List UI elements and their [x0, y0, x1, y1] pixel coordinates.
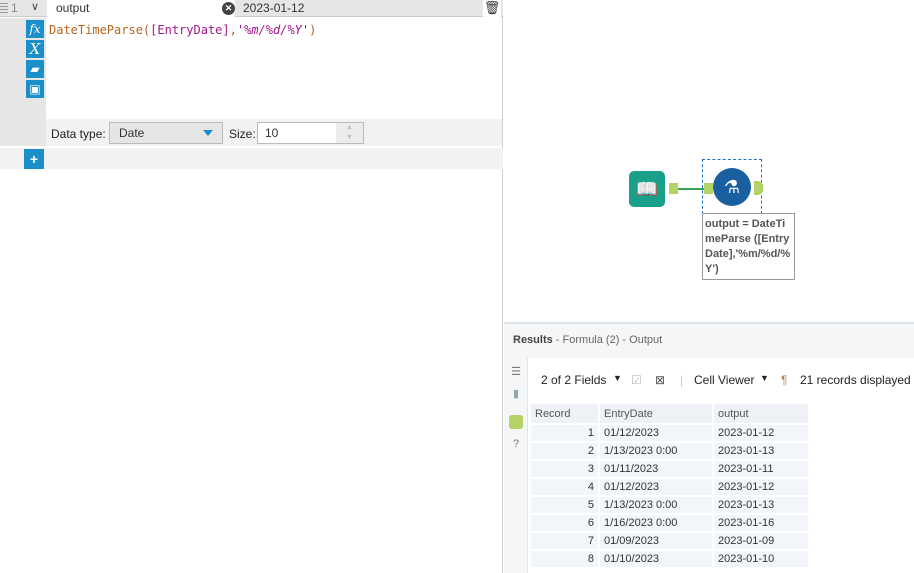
expr-string: '%m/%d/%Y' [237, 23, 309, 37]
results-header: Results - Formula (2) - Output [504, 324, 914, 358]
row-number: 1 [11, 1, 18, 15]
cell-viewer-dropdown[interactable]: Cell Viewer [694, 373, 754, 387]
table-cell[interactable]: 01/12/2023 [599, 424, 713, 442]
metadata-icon[interactable]: ▮ [509, 387, 523, 401]
formula-tool-icon[interactable]: ⚗ [713, 168, 751, 206]
fields-dropdown[interactable]: 2 of 2 Fields [541, 373, 606, 387]
deselect-icon[interactable]: ⊠ [655, 373, 665, 387]
column-header[interactable]: Record [530, 403, 599, 424]
gutter [0, 18, 24, 146]
connection-line [678, 188, 704, 190]
table-cell[interactable]: 01/12/2023 [599, 478, 713, 496]
add-row-bar [0, 148, 503, 169]
table-cell[interactable]: 2023-01-16 [713, 514, 809, 532]
table-row: 701/09/20232023-01-09 [530, 532, 809, 550]
preview-value: 2023-01-12 [243, 1, 304, 15]
expr-function: DateTimeParse( [49, 23, 150, 37]
records-count: 21 records displayed [800, 373, 911, 387]
results-subtitle: - Formula (2) - Output [553, 334, 662, 346]
data-type-label: Data type: [51, 127, 106, 141]
table-row: 801/10/20232023-01-10 [530, 550, 809, 568]
table-cell[interactable]: 1/13/2023 0:00 [599, 496, 713, 514]
dropdown-arrow-icon[interactable] [203, 130, 213, 136]
results-table: Record EntryDate output 101/12/20232023-… [529, 402, 810, 569]
help-icon[interactable]: ? [509, 438, 523, 452]
expr-sep: , [230, 23, 237, 37]
function-icon[interactable]: fx [26, 20, 44, 38]
table-cell[interactable]: 01/10/2023 [599, 550, 713, 568]
table-row: 401/12/20232023-01-12 [530, 478, 809, 496]
table-row: 51/13/2023 0:002023-01-13 [530, 496, 809, 514]
check-icon[interactable]: ☑ [631, 373, 642, 387]
add-formula-button[interactable]: + [24, 149, 44, 169]
input-data-tool-icon[interactable]: 📖 [629, 171, 665, 207]
expr-field: [EntryDate] [150, 23, 229, 37]
tool-annotation: output = DateTimeParse ([EntryDate],'%m/… [702, 213, 795, 280]
results-title: Results [513, 334, 553, 346]
table-cell[interactable]: 1/13/2023 0:00 [599, 442, 713, 460]
table-cell[interactable]: 2023-01-11 [713, 460, 809, 478]
table-cell[interactable]: 3 [530, 460, 599, 478]
divider: | [680, 373, 683, 387]
table-cell[interactable]: 01/09/2023 [599, 532, 713, 550]
expression-editor[interactable]: DateTimeParse([EntryDate],'%m/%d/%Y') [49, 23, 316, 37]
table-cell[interactable]: 2023-01-09 [713, 532, 809, 550]
table-cell[interactable]: 4 [530, 478, 599, 496]
clear-icon[interactable]: ✕ [222, 2, 235, 15]
table-row: 21/13/2023 0:002023-01-13 [530, 442, 809, 460]
table-cell[interactable]: 2023-01-12 [713, 424, 809, 442]
output-field-name-input[interactable]: output [47, 0, 235, 17]
table-row: 61/16/2023 0:002023-01-16 [530, 514, 809, 532]
variable-icon[interactable]: X [26, 40, 44, 58]
table-cell[interactable]: 2023-01-13 [713, 496, 809, 514]
table-cell[interactable]: 6 [530, 514, 599, 532]
table-cell[interactable]: 2023-01-13 [713, 442, 809, 460]
expr-close: ) [309, 23, 316, 37]
table-cell[interactable]: 8 [530, 550, 599, 568]
results-toolbar: 2 of 2 Fields ▼ ☑ ⊠ | Cell Viewer ▼ ¶ 21… [529, 362, 914, 400]
table-cell[interactable]: 01/11/2023 [599, 460, 713, 478]
trash-icon[interactable]: 🗑 [483, 0, 501, 17]
table-cell[interactable]: 2023-01-10 [713, 550, 809, 568]
table-cell[interactable]: 1 [530, 424, 599, 442]
table-cell[interactable]: 2023-01-12 [713, 478, 809, 496]
formula-panel [0, 0, 503, 573]
table-cell[interactable]: 5 [530, 496, 599, 514]
table-cell[interactable]: 2 [530, 442, 599, 460]
output-anchor-icon[interactable] [509, 415, 523, 429]
pilcrow-icon[interactable]: ¶ [781, 373, 787, 387]
save-icon[interactable]: ▣ [26, 80, 44, 98]
size-stepper[interactable]: ▲▼ [336, 123, 363, 143]
list-icon[interactable]: ☰ [509, 365, 523, 379]
chevron-down-icon[interactable]: ∨ [25, 0, 45, 17]
fields-caret-icon[interactable]: ▼ [613, 373, 622, 383]
output-anchor[interactable] [754, 181, 763, 195]
column-header[interactable]: output [713, 403, 809, 424]
viewer-caret-icon[interactable]: ▼ [760, 373, 769, 383]
table-row: 301/11/20232023-01-11 [530, 460, 809, 478]
input-anchor[interactable] [704, 183, 713, 194]
size-label: Size: [229, 127, 256, 141]
output-anchor[interactable] [669, 183, 678, 194]
table-cell[interactable]: 7 [530, 532, 599, 550]
drag-handle-icon[interactable] [0, 3, 8, 14]
table-cell[interactable]: 1/16/2023 0:00 [599, 514, 713, 532]
folder-open-icon[interactable]: ▰ [26, 60, 44, 78]
table-row: 101/12/20232023-01-12 [530, 424, 809, 442]
column-header[interactable]: EntryDate [599, 403, 713, 424]
